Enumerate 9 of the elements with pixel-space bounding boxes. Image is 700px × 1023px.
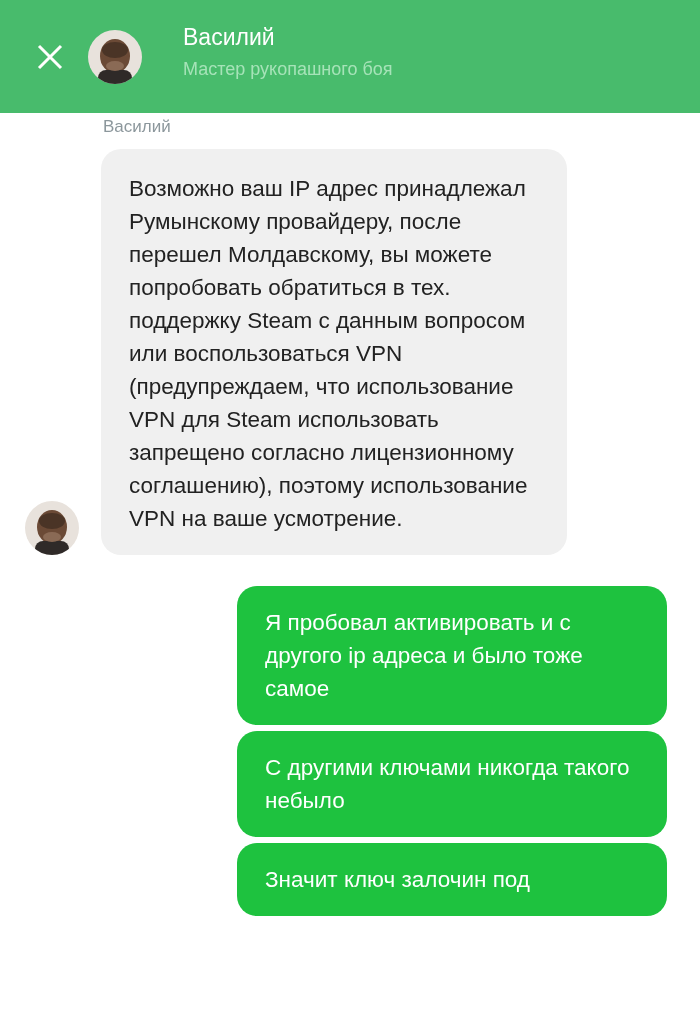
contact-name: Василий [183,23,276,51]
sender-name: Василий [103,117,172,137]
outgoing-message: Значит ключ залочин под [237,843,667,916]
incoming-message: Возможно ваш IP адрес принадлежал Румынскому провайдеру, после перешел Молдавскому, вы можете попробовать обратиться в тех. поддержку Steam с данным вопросом или воспользоваться VPN (предупреждаем, что использование VPN для Steam использовать запрещено согласно лицензионному соглашению), поэтому использование VPN на ваше усмотрение. [101,149,567,555]
outgoing-message: С другими ключами никогда такого небыло [237,731,667,837]
close-button[interactable] [36,42,64,71]
outgoing-message: Я пробовал активировать и с другого ip адреса и было тоже самое [237,586,667,725]
contact-status: Мастер рукопашного боя [183,58,393,80]
close-icon [36,42,64,71]
